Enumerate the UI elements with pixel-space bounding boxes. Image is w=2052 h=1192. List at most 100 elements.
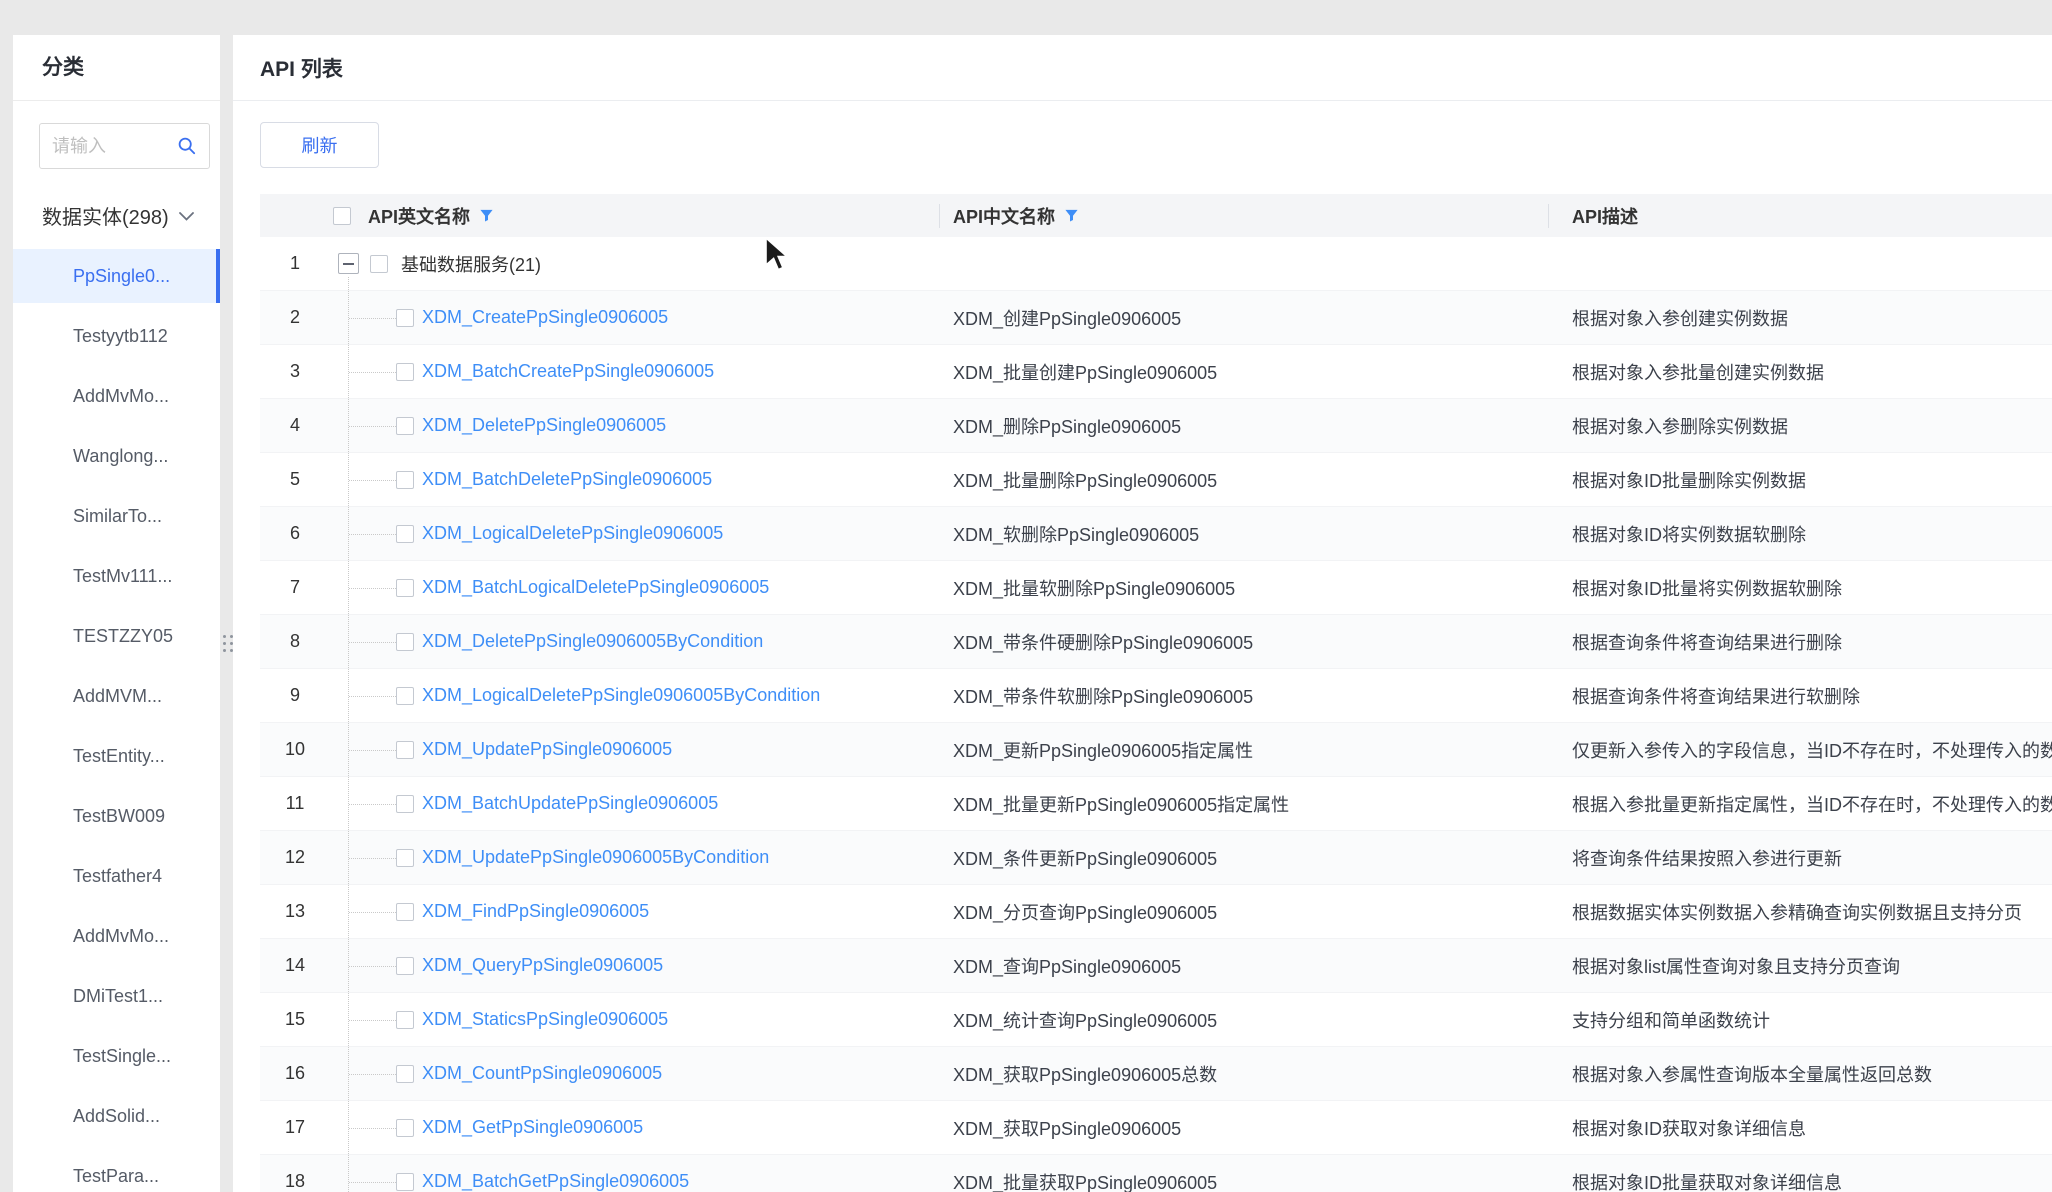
group-checkbox[interactable] (370, 255, 388, 273)
api-english-link[interactable]: XDM_GetPpSingle0906005 (422, 1117, 643, 1138)
api-desc-cell: 根据对象入参属性查询版本全量属性返回总数 (1548, 1047, 2052, 1100)
api-english-link[interactable]: XDM_BatchDeletePpSingle0906005 (422, 469, 712, 490)
page-title: API 列表 (260, 53, 343, 83)
search-box (39, 123, 210, 169)
api-chinese-cell: XDM_批量删除PpSingle0906005 (939, 453, 1548, 506)
row-number: 7 (260, 561, 330, 614)
table-group-row: 1 基础数据服务(21) (260, 237, 2052, 291)
panel-splitter[interactable] (220, 35, 233, 1192)
api-desc-cell: 根据对象ID批量删除实例数据 (1548, 453, 2052, 506)
sidebar-item[interactable]: DMiTest1... (13, 969, 220, 1023)
sidebar-item[interactable]: TestEntity... (13, 729, 220, 783)
row-number: 18 (260, 1155, 330, 1192)
sidebar: 分类 数据实体(298) PpSingle0... Testyytb112 AddM… (13, 35, 220, 1192)
api-desc-cell: 仅更新入参传入的字段信息，当ID不存在时，不处理传入的数据 (1548, 723, 2052, 776)
api-chinese-cell: XDM_批量软删除PpSingle0906005 (939, 561, 1548, 614)
table-row: 4 XDM_DeletePpSingle0906005 XDM_删除PpSing… (260, 399, 2052, 453)
header-label-chinese: API中文名称 (953, 203, 1055, 229)
row-checkbox[interactable] (396, 471, 414, 489)
row-checkbox[interactable] (396, 1011, 414, 1029)
sidebar-item[interactable]: Wanglong... (13, 429, 220, 483)
table-row: 12 XDM_UpdatePpSingle0906005ByCondition … (260, 831, 2052, 885)
filter-icon-chinese[interactable] (1064, 208, 1079, 223)
api-english-link[interactable]: XDM_BatchLogicalDeletePpSingle0906005 (422, 577, 769, 598)
api-chinese-cell: XDM_带条件硬删除PpSingle0906005 (939, 615, 1548, 668)
sidebar-item[interactable]: TestSingle... (13, 1029, 220, 1083)
group-label: 基础数据服务(21) (401, 251, 541, 277)
sidebar-item[interactable]: PpSingle0... (13, 249, 220, 303)
sidebar-item[interactable]: SimilarTo... (13, 489, 220, 543)
api-english-link[interactable]: XDM_LogicalDeletePpSingle0906005 (422, 523, 723, 544)
row-checkbox[interactable] (396, 903, 414, 921)
api-chinese-cell: XDM_统计查询PpSingle0906005 (939, 993, 1548, 1046)
sidebar-title: 分类 (13, 35, 220, 101)
sidebar-item[interactable]: AddMvMo... (13, 369, 220, 423)
header-cell-english: API英文名称 (330, 194, 939, 237)
collapse-group-icon[interactable] (338, 253, 359, 274)
search-input[interactable] (40, 136, 177, 157)
api-english-link[interactable]: XDM_DeletePpSingle0906005ByCondition (422, 631, 763, 652)
row-checkbox[interactable] (396, 363, 414, 381)
select-all-checkbox[interactable] (333, 207, 351, 225)
table-row: 9 XDM_LogicalDeletePpSingle0906005ByCond… (260, 669, 2052, 723)
api-desc-cell: 根据对象入参批量创建实例数据 (1548, 345, 2052, 398)
row-checkbox[interactable] (396, 795, 414, 813)
row-checkbox[interactable] (396, 687, 414, 705)
api-english-link[interactable]: XDM_DeletePpSingle0906005 (422, 415, 666, 436)
api-chinese-cell: XDM_批量更新PpSingle0906005指定属性 (939, 777, 1548, 830)
sidebar-item[interactable]: TestBW009 (13, 789, 220, 843)
sidebar-item[interactable]: Testfather4 (13, 849, 220, 903)
sidebar-item[interactable]: AddMvMo... (13, 909, 220, 963)
api-english-link[interactable]: XDM_BatchUpdatePpSingle0906005 (422, 793, 718, 814)
api-english-link[interactable]: XDM_QueryPpSingle0906005 (422, 955, 663, 976)
sidebar-item[interactable]: TESTZZY05 (13, 609, 220, 663)
search-icon[interactable] (177, 136, 197, 156)
row-checkbox[interactable] (396, 1065, 414, 1083)
api-english-link[interactable]: XDM_LogicalDeletePpSingle0906005ByCondit… (422, 685, 820, 706)
table-row: 7 XDM_BatchLogicalDeletePpSingle0906005 … (260, 561, 2052, 615)
sidebar-group-data-entity[interactable]: 数据实体(298) (13, 183, 220, 247)
api-english-link[interactable]: XDM_BatchGetPpSingle0906005 (422, 1171, 689, 1192)
api-chinese-cell: XDM_分页查询PpSingle0906005 (939, 885, 1548, 938)
row-number: 13 (260, 885, 330, 938)
main-panel: API 列表 刷新 API英文名称 API (233, 35, 2052, 1192)
header-label-english: API英文名称 (368, 203, 470, 229)
row-checkbox[interactable] (396, 417, 414, 435)
api-chinese-cell: XDM_批量创建PpSingle0906005 (939, 345, 1548, 398)
sidebar-item[interactable]: AddMVM... (13, 669, 220, 723)
row-checkbox[interactable] (396, 1173, 414, 1191)
row-checkbox[interactable] (396, 1119, 414, 1137)
api-desc-cell: 根据对象list属性查询对象且支持分页查询 (1548, 939, 2052, 992)
row-checkbox[interactable] (396, 849, 414, 867)
splitter-drag-handle-icon[interactable] (223, 635, 233, 652)
sidebar-item[interactable]: AddSolid... (13, 1089, 220, 1143)
row-number: 9 (260, 669, 330, 722)
api-desc-cell: 根据对象入参删除实例数据 (1548, 399, 2052, 452)
sidebar-entity-list: PpSingle0... Testyytb112 AddMvMo... Wanglon… (13, 249, 220, 1192)
sidebar-item[interactable]: Testyytb112 (13, 309, 220, 363)
api-english-link[interactable]: XDM_UpdatePpSingle0906005ByCondition (422, 847, 769, 868)
sidebar-item[interactable]: TestPara... (13, 1149, 220, 1192)
api-english-link[interactable]: XDM_StaticsPpSingle0906005 (422, 1009, 668, 1030)
filter-icon-english[interactable] (479, 208, 494, 223)
api-english-link[interactable]: XDM_CountPpSingle0906005 (422, 1063, 662, 1084)
api-desc-cell: 根据对象ID批量获取对象详细信息 (1548, 1155, 2052, 1192)
api-english-link[interactable]: XDM_CreatePpSingle0906005 (422, 307, 668, 328)
row-checkbox[interactable] (396, 525, 414, 543)
sidebar-item[interactable]: TestMv111... (13, 549, 220, 603)
table-row: 8 XDM_DeletePpSingle0906005ByCondition X… (260, 615, 2052, 669)
api-english-link[interactable]: XDM_BatchCreatePpSingle0906005 (422, 361, 714, 382)
row-checkbox[interactable] (396, 579, 414, 597)
table-row: 16 XDM_CountPpSingle0906005 XDM_获取PpSing… (260, 1047, 2052, 1101)
row-checkbox[interactable] (396, 633, 414, 651)
row-checkbox[interactable] (396, 741, 414, 759)
row-checkbox[interactable] (396, 957, 414, 975)
api-english-link[interactable]: XDM_FindPpSingle0906005 (422, 901, 649, 922)
row-number: 4 (260, 399, 330, 452)
refresh-button[interactable]: 刷新 (260, 122, 379, 168)
header-cell-desc: API描述 (1548, 194, 2052, 237)
api-chinese-cell: XDM_创建PpSingle0906005 (939, 291, 1548, 344)
api-desc-cell: 将查询条件结果按照入参进行更新 (1548, 831, 2052, 884)
row-checkbox[interactable] (396, 309, 414, 327)
api-english-link[interactable]: XDM_UpdatePpSingle0906005 (422, 739, 672, 760)
